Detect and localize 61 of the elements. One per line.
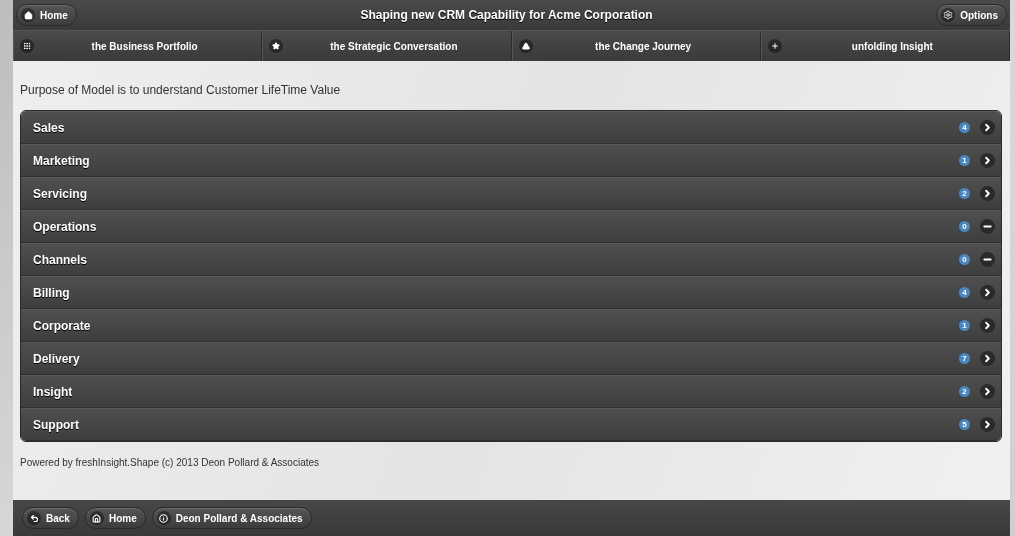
footer-button[interactable]: Back [22,507,79,529]
item-label: Operations [33,219,98,234]
minus-icon [980,252,995,267]
count-badge: 5 [959,419,970,430]
list-item[interactable]: Servicing 2 [21,177,1001,210]
list-item[interactable]: Delivery 7 [21,342,1001,375]
chevron-right-icon [980,153,995,168]
home-icon [89,511,104,525]
nav-tab[interactable]: unfolding Insight [760,31,1010,61]
chevron-right-icon [980,384,995,399]
page-title: Shaping new CRM Capability for Acme Corporation [360,8,653,22]
item-label: Support [33,417,80,432]
item-label: Delivery [33,351,81,366]
minus-icon [980,219,995,234]
list-item[interactable]: Sales 4 [21,111,1001,144]
powered-by-text: Powered by freshInsight.Shape (c) 2013 Deon Pollard & Associates [20,457,321,468]
back-icon [27,511,41,525]
home-button[interactable]: Home [16,4,77,26]
nav-tab[interactable]: the Change Journey [511,31,761,61]
count-badge: 0 [959,254,970,265]
chevron-right-icon [980,285,995,300]
count-badge: 2 [959,386,970,397]
nav-tab[interactable]: the Strategic Conversation [262,31,512,61]
item-label: Servicing [33,186,89,201]
count-badge: 1 [959,320,970,331]
chevron-right-icon [980,186,995,201]
plus-icon [767,39,782,53]
options-button[interactable]: Options [936,4,1007,26]
item-label: Billing [33,285,71,300]
footer-button[interactable]: Deon Pollard & Associates [151,507,312,529]
chevron-right-icon [980,120,995,135]
count-badge: 1 [959,155,970,166]
list-item[interactable]: Corporate 1 [21,309,1001,342]
warning-icon [518,39,533,53]
home-icon [21,8,35,22]
footer-button[interactable]: Home [84,507,146,529]
item-label: Corporate [33,318,92,333]
item-label: Insight [33,384,74,399]
count-badge: 4 [959,122,970,133]
item-label: Marketing [33,153,91,168]
item-label: Sales [33,120,66,135]
chevron-right-icon [980,351,995,366]
intro-text: Purpose of Model is to understand Customer LifeTime Value [20,83,342,97]
count-badge: 0 [959,221,970,232]
list-item[interactable]: Operations 0 [21,210,1001,243]
count-badge: 2 [959,188,970,199]
grid-icon [20,39,34,53]
list-item[interactable]: Marketing 1 [21,144,1001,177]
list-item[interactable]: Channels 0 [21,243,1001,276]
nav-tab[interactable]: the Business Portfolio [13,31,263,61]
info-icon [156,511,171,525]
list-item[interactable]: Billing 4 [21,276,1001,309]
list-item[interactable]: Support 5 [21,408,1001,441]
item-label: Channels [33,252,88,267]
count-badge: 4 [959,287,970,298]
chevron-right-icon [980,417,995,432]
count-badge: 7 [959,353,970,364]
star-icon [269,39,284,53]
list-item[interactable]: Insight 2 [21,375,1001,408]
chevron-right-icon [980,318,995,333]
settings-icon [941,8,956,22]
